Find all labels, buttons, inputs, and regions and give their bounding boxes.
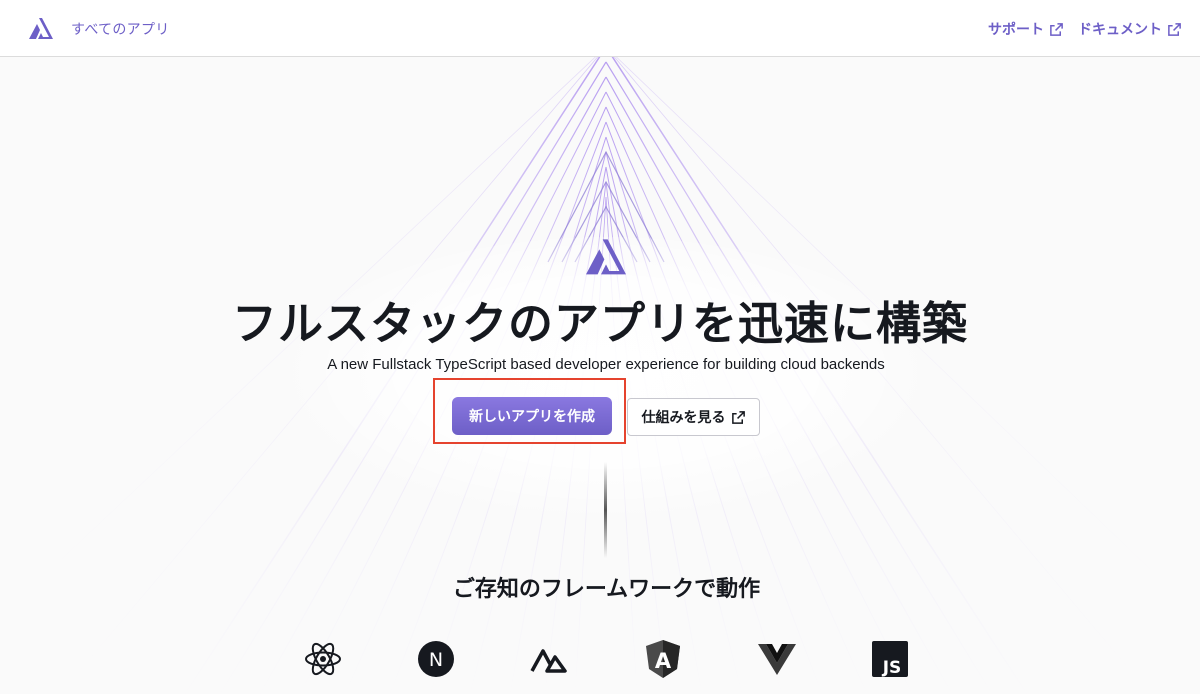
support-link[interactable]: サポート — [988, 19, 1064, 39]
create-new-app-button[interactable]: 新しいアプリを作成 — [452, 397, 612, 435]
nuxt-icon — [530, 649, 567, 673]
top-nav-links: サポート ドキュメント — [988, 19, 1182, 39]
all-apps-link[interactable]: すべてのアプリ — [71, 19, 170, 39]
angular-icon: A — [646, 640, 680, 678]
nextjs-icon-letter: N — [429, 649, 443, 671]
how-it-works-button[interactable]: 仕組みを見る — [627, 398, 760, 436]
documentation-link-label: ドキュメント — [1078, 22, 1162, 38]
how-it-works-label: 仕組みを見る — [641, 410, 726, 426]
frameworks-title: ご存知のフレームワークで動作 — [452, 577, 761, 602]
vue-icon — [758, 644, 796, 675]
javascript-framework[interactable]: JS — [869, 638, 911, 680]
nextjs-framework[interactable]: N — [415, 638, 457, 680]
external-link-icon — [1050, 22, 1063, 36]
react-icon — [305, 642, 341, 676]
support-link-label: サポート — [988, 22, 1044, 38]
amplify-hero-logo-icon — [586, 239, 626, 275]
angular-framework[interactable]: A — [642, 638, 684, 680]
nextjs-icon: N — [418, 641, 454, 677]
hero-subtitle: A new Fullstack TypeScript based develop… — [327, 356, 885, 373]
react-framework[interactable] — [302, 638, 344, 680]
documentation-link[interactable]: ドキュメント — [1078, 19, 1182, 39]
javascript-icon: JS — [872, 641, 908, 678]
hero-title: フルスタックのアプリを迅速に構築 — [231, 297, 968, 350]
vertical-divider — [604, 462, 607, 558]
framework-icons-row: N A JS — [300, 638, 920, 680]
javascript-icon-letters: JS — [882, 658, 902, 678]
nuxt-framework[interactable] — [528, 638, 570, 680]
top-navigation-bar: すべてのアプリ サポート ドキュメント — [0, 0, 1200, 57]
external-link-icon — [1168, 22, 1181, 36]
external-link-icon — [731, 410, 745, 424]
vue-framework[interactable] — [756, 638, 798, 680]
angular-icon-letter: A — [655, 649, 672, 673]
amplify-logo-icon[interactable] — [28, 16, 54, 40]
